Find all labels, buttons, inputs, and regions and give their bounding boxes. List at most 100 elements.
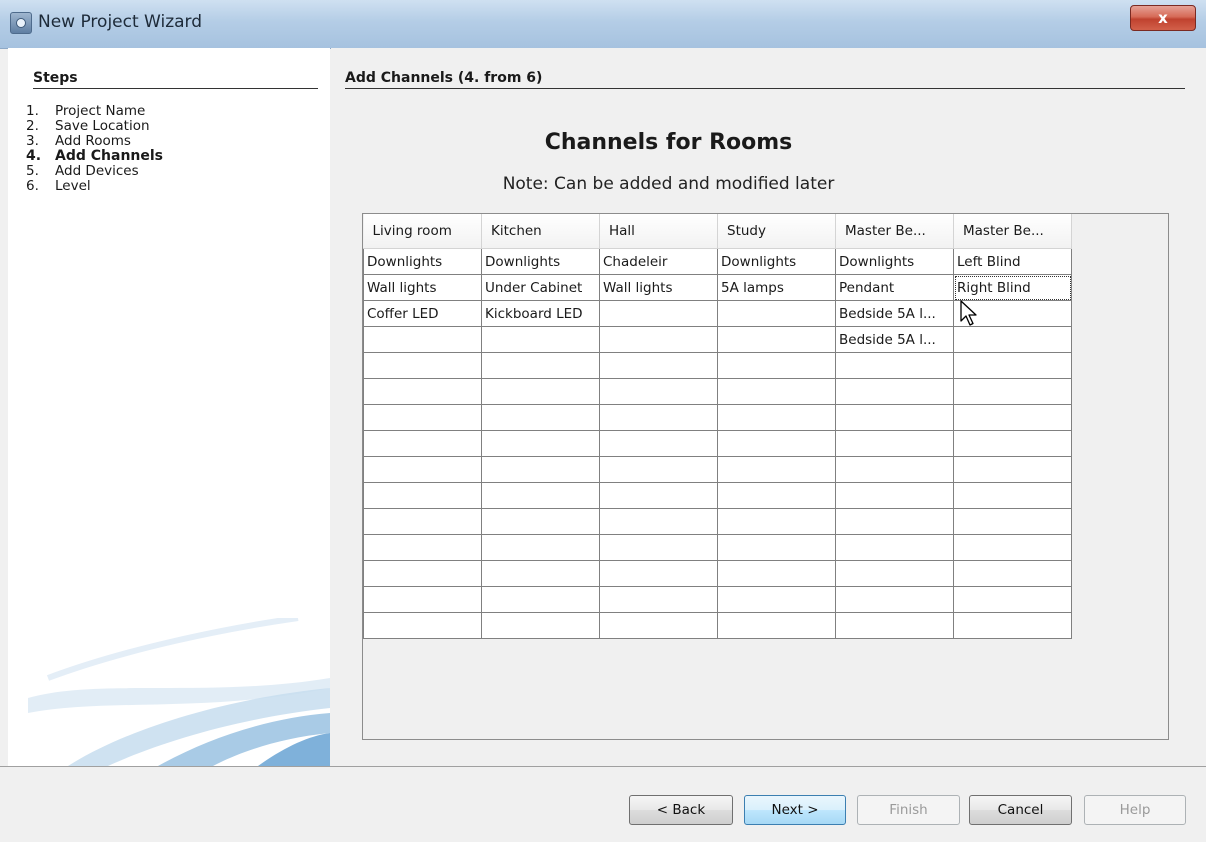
table-cell[interactable] xyxy=(599,326,718,353)
table-cell[interactable] xyxy=(953,612,1072,639)
finish-button[interactable]: Finish xyxy=(857,795,960,825)
table-cell[interactable] xyxy=(717,430,836,457)
table-cell[interactable] xyxy=(363,378,482,405)
table-cell[interactable] xyxy=(481,508,600,535)
table-cell[interactable] xyxy=(481,586,600,613)
table-cell[interactable] xyxy=(953,586,1072,613)
table-cell[interactable] xyxy=(599,508,718,535)
table-cell[interactable]: Wall lights xyxy=(599,274,718,301)
back-button[interactable]: < Back xyxy=(629,795,733,825)
table-cell[interactable] xyxy=(481,378,600,405)
table-cell[interactable]: 5A lamps xyxy=(717,274,836,301)
table-cell[interactable] xyxy=(953,508,1072,535)
table-cell[interactable] xyxy=(363,612,482,639)
table-cell[interactable] xyxy=(717,612,836,639)
table-cell[interactable]: Pendant xyxy=(835,274,954,301)
table-cell[interactable] xyxy=(481,404,600,431)
table-cell[interactable] xyxy=(717,560,836,587)
table-cell[interactable] xyxy=(835,352,954,379)
column-header[interactable]: Master Be... xyxy=(835,214,954,249)
table-cell[interactable] xyxy=(363,482,482,509)
table-cell[interactable]: Under Cabinet xyxy=(481,274,600,301)
table-cell[interactable] xyxy=(717,508,836,535)
next-button[interactable]: Next > xyxy=(744,795,846,825)
table-cell[interactable] xyxy=(481,612,600,639)
table-cell[interactable] xyxy=(953,560,1072,587)
table-cell[interactable] xyxy=(363,404,482,431)
column-header[interactable]: Kitchen xyxy=(481,214,600,249)
table-cell[interactable] xyxy=(835,430,954,457)
table-cell[interactable] xyxy=(717,326,836,353)
table-cell[interactable] xyxy=(717,404,836,431)
table-cell[interactable]: Downlights xyxy=(835,248,954,275)
table-cell[interactable] xyxy=(599,560,718,587)
table-cell[interactable] xyxy=(953,534,1072,561)
table-cell[interactable] xyxy=(717,456,836,483)
table-cell[interactable] xyxy=(599,378,718,405)
table-cell[interactable] xyxy=(481,560,600,587)
table-cell[interactable] xyxy=(717,586,836,613)
table-cell[interactable]: Downlights xyxy=(481,248,600,275)
table-cell[interactable]: Right Blind xyxy=(953,274,1072,301)
table-cell[interactable] xyxy=(363,560,482,587)
table-cell[interactable] xyxy=(953,378,1072,405)
table-cell[interactable] xyxy=(481,430,600,457)
table-cell[interactable]: Kickboard LED xyxy=(481,300,600,327)
table-cell[interactable]: Wall lights xyxy=(363,274,482,301)
table-cell[interactable] xyxy=(835,404,954,431)
table-cell[interactable]: Downlights xyxy=(717,248,836,275)
table-cell[interactable] xyxy=(363,508,482,535)
table-cell[interactable] xyxy=(835,378,954,405)
table-cell[interactable]: Bedside 5A l... xyxy=(835,326,954,353)
table-cell[interactable] xyxy=(599,404,718,431)
table-cell[interactable] xyxy=(835,534,954,561)
table-cell[interactable] xyxy=(363,326,482,353)
table-cell[interactable] xyxy=(599,534,718,561)
column-header[interactable]: Hall xyxy=(599,214,718,249)
table-cell[interactable] xyxy=(835,586,954,613)
table-cell[interactable] xyxy=(481,482,600,509)
table-cell[interactable] xyxy=(599,430,718,457)
table-cell[interactable] xyxy=(953,326,1072,353)
table-cell[interactable] xyxy=(481,352,600,379)
table-cell[interactable]: Downlights xyxy=(363,248,482,275)
table-cell[interactable] xyxy=(717,352,836,379)
table-cell[interactable] xyxy=(953,482,1072,509)
table-cell[interactable] xyxy=(599,612,718,639)
table-cell[interactable] xyxy=(717,378,836,405)
channels-table-container[interactable]: Living room Kitchen Hall Study Master Be... M… xyxy=(362,213,1169,740)
table-cell[interactable]: Chadeleir xyxy=(599,248,718,275)
table-cell[interactable] xyxy=(953,430,1072,457)
table-cell[interactable] xyxy=(363,430,482,457)
column-header[interactable]: Living room xyxy=(363,214,482,249)
table-cell[interactable] xyxy=(717,482,836,509)
table-cell[interactable] xyxy=(363,352,482,379)
help-button[interactable]: Help xyxy=(1084,795,1186,825)
table-cell[interactable] xyxy=(481,326,600,353)
table-cell[interactable] xyxy=(599,456,718,483)
table-cell[interactable] xyxy=(835,482,954,509)
table-cell[interactable] xyxy=(599,586,718,613)
table-cell[interactable] xyxy=(599,482,718,509)
table-cell[interactable]: Coffer LED xyxy=(363,300,482,327)
column-header[interactable]: Study xyxy=(717,214,836,249)
table-cell[interactable] xyxy=(481,534,600,561)
table-cell[interactable] xyxy=(599,352,718,379)
column-header[interactable]: Master Be... xyxy=(953,214,1072,249)
table-cell[interactable] xyxy=(717,534,836,561)
table-cell[interactable] xyxy=(835,508,954,535)
table-cell[interactable] xyxy=(481,456,600,483)
table-cell[interactable] xyxy=(599,300,718,327)
table-cell[interactable]: Bedside 5A l... xyxy=(835,300,954,327)
table-cell[interactable] xyxy=(835,612,954,639)
table-cell[interactable] xyxy=(835,560,954,587)
table-cell[interactable] xyxy=(953,352,1072,379)
channels-table[interactable]: Living room Kitchen Hall Study Master Be... M… xyxy=(363,214,1072,639)
table-cell[interactable]: Left Blind xyxy=(953,248,1072,275)
table-cell[interactable] xyxy=(363,534,482,561)
cancel-button[interactable]: Cancel xyxy=(969,795,1072,825)
table-cell[interactable] xyxy=(363,456,482,483)
table-cell[interactable] xyxy=(363,586,482,613)
table-cell[interactable] xyxy=(953,456,1072,483)
table-cell[interactable] xyxy=(953,404,1072,431)
